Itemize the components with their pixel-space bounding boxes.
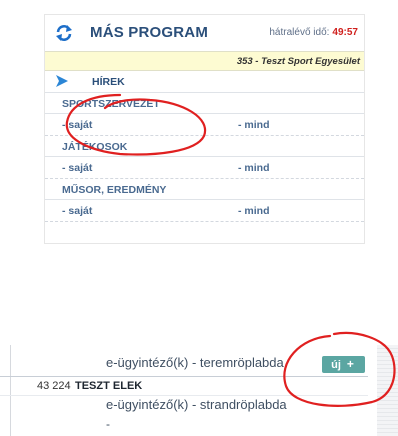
app-title: MÁS PROGRAM — [90, 24, 209, 41]
role-line-strandroplabda: e-ügyintéző(k) - strandröplabda — [106, 397, 287, 412]
role-line-teremroplabda: e-ügyintéző(k) - teremröplabda — [106, 355, 284, 370]
panel-header: MÁS PROGRAM hátralévő idő: 49:57 — [45, 15, 364, 51]
menu-item-label: HÍREK — [92, 76, 125, 88]
person-list-snippet: e-ügyintéző(k) - teremröplabda új + 43 2… — [0, 345, 398, 436]
menu-item-label: JÁTÉKOSOK — [62, 140, 128, 153]
menu-item-label: MŰSOR, EREDMÉNY — [62, 183, 167, 196]
menu-item-jatekosok[interactable]: JÁTÉKOSOK — [45, 136, 364, 157]
timer-label: hátralévő idő: — [269, 27, 330, 38]
menu-item-hirek[interactable]: HÍREK — [45, 71, 364, 93]
new-button-label: új — [331, 358, 341, 371]
scrollbar[interactable] — [377, 345, 398, 436]
session-timer: hátralévő idő: 49:57 — [269, 27, 358, 38]
menu-link-own[interactable]: - saját — [62, 205, 92, 217]
role-value-empty: - — [106, 417, 110, 431]
menu-item-label: SPORTSZERVEZET — [62, 97, 160, 110]
menu-subrow-jatekosok: - saját - mind — [45, 157, 364, 179]
organization-name: 353 - Teszt Sport Egyesület — [236, 55, 360, 67]
menu-link-all[interactable]: - mind — [238, 162, 270, 174]
menu-link-own[interactable]: - saját — [62, 119, 92, 131]
person-id: 43 224 — [37, 380, 71, 392]
menu-item-musor-eredmeny[interactable]: MŰSOR, EREDMÉNY — [45, 179, 364, 200]
organization-bar: 353 - Teszt Sport Egyesület — [45, 51, 364, 71]
refresh-icon[interactable] — [55, 24, 73, 42]
menu-panel: MÁS PROGRAM hátralévő idő: 49:57 353 - Te… — [44, 14, 365, 244]
plus-icon: + — [346, 357, 354, 371]
menu-subrow-sportszervezet: - saját - mind — [45, 114, 364, 136]
timer-value: 49:57 — [332, 27, 358, 38]
person-name: TESZT ELEK — [75, 380, 143, 392]
menu-subrow-musor-eredmeny: - saját - mind — [45, 200, 364, 222]
menu-item-sportszervezet[interactable]: SPORTSZERVEZET — [45, 93, 364, 114]
menu-link-all[interactable]: - mind — [238, 119, 270, 131]
menu-link-own[interactable]: - saját — [62, 162, 92, 174]
menu-link-all[interactable]: - mind — [238, 205, 270, 217]
table-row[interactable]: 43 224 TESZT ELEK — [0, 376, 368, 396]
arrow-right-icon — [56, 75, 68, 87]
new-button[interactable]: új + — [322, 356, 365, 373]
